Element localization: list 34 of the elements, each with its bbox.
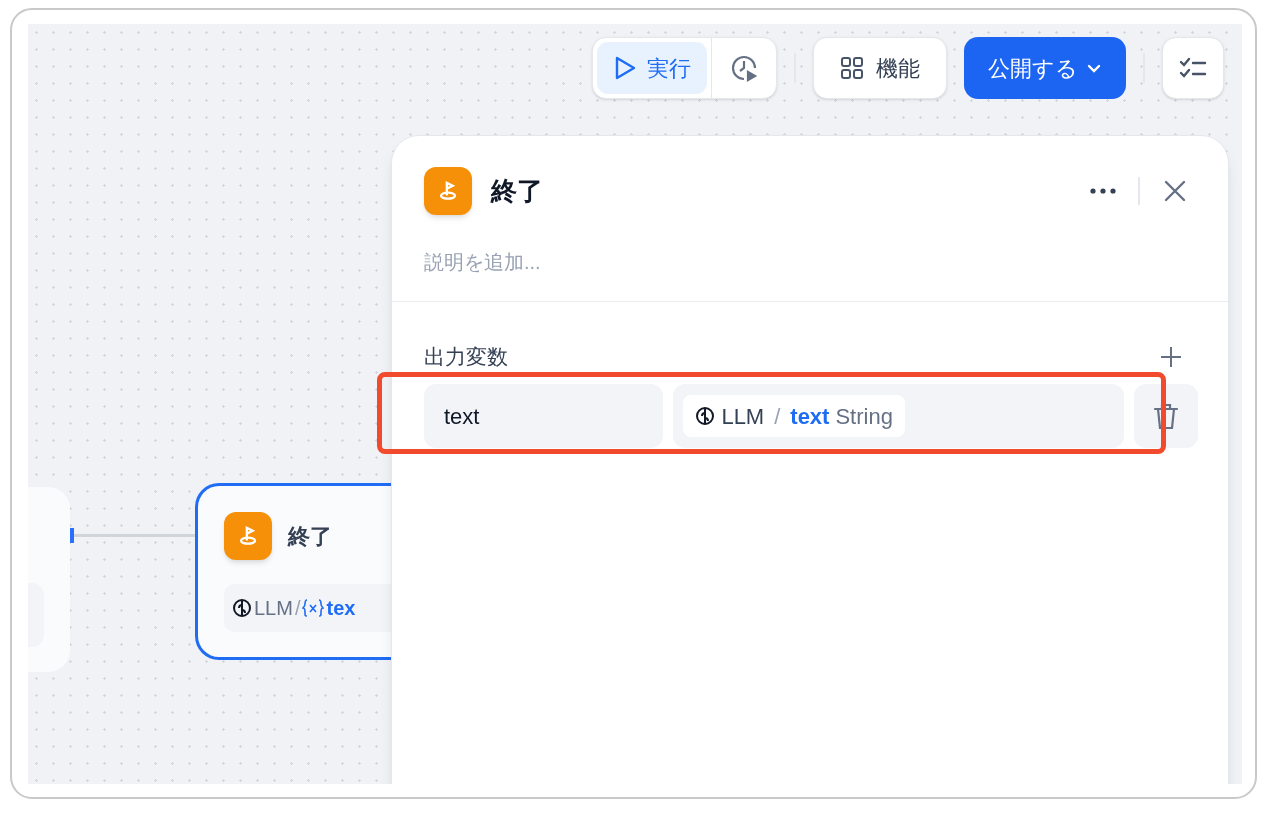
- workflow-node[interactable]: [28, 487, 70, 672]
- play-icon: [613, 55, 637, 81]
- source-label: LLM: [721, 402, 765, 431]
- variable-icon: [302, 598, 325, 618]
- grid-icon: [840, 56, 864, 80]
- clock-icon: [729, 53, 759, 83]
- checklist-button[interactable]: [1162, 37, 1224, 99]
- flag-icon: [424, 167, 472, 215]
- path-separator: /: [294, 596, 301, 621]
- type-label: String: [835, 402, 893, 431]
- run-button[interactable]: 実行: [597, 42, 707, 94]
- description-field[interactable]: 説明を追加...: [424, 245, 1184, 279]
- brain-icon: [232, 598, 252, 618]
- variable-label: text: [790, 402, 830, 431]
- checklist-icon: [1179, 56, 1207, 80]
- variable-name-field[interactable]: text: [424, 384, 664, 448]
- node-title: 終了: [288, 522, 332, 551]
- variable-name: tex: [326, 596, 356, 621]
- end-node[interactable]: 終了 LLM/ tex: [195, 483, 391, 660]
- flag-icon: [224, 512, 272, 560]
- node-handle[interactable]: [70, 528, 74, 543]
- section-title: 出力変数: [424, 344, 508, 371]
- publish-button[interactable]: 公開する: [964, 37, 1126, 99]
- brain-icon: [695, 406, 716, 426]
- path-separator: /: [774, 402, 781, 431]
- variable-source-field[interactable]: LLM / text String: [673, 384, 1125, 448]
- more-icon: [1090, 188, 1116, 194]
- close-icon: [1164, 180, 1186, 202]
- delete-button[interactable]: [1134, 384, 1198, 448]
- plus-icon: [1160, 346, 1182, 368]
- source-label: LLM: [254, 596, 293, 621]
- features-button[interactable]: 機能: [813, 37, 947, 99]
- panel-title: 終了: [491, 174, 543, 208]
- trash-icon: [1153, 402, 1180, 430]
